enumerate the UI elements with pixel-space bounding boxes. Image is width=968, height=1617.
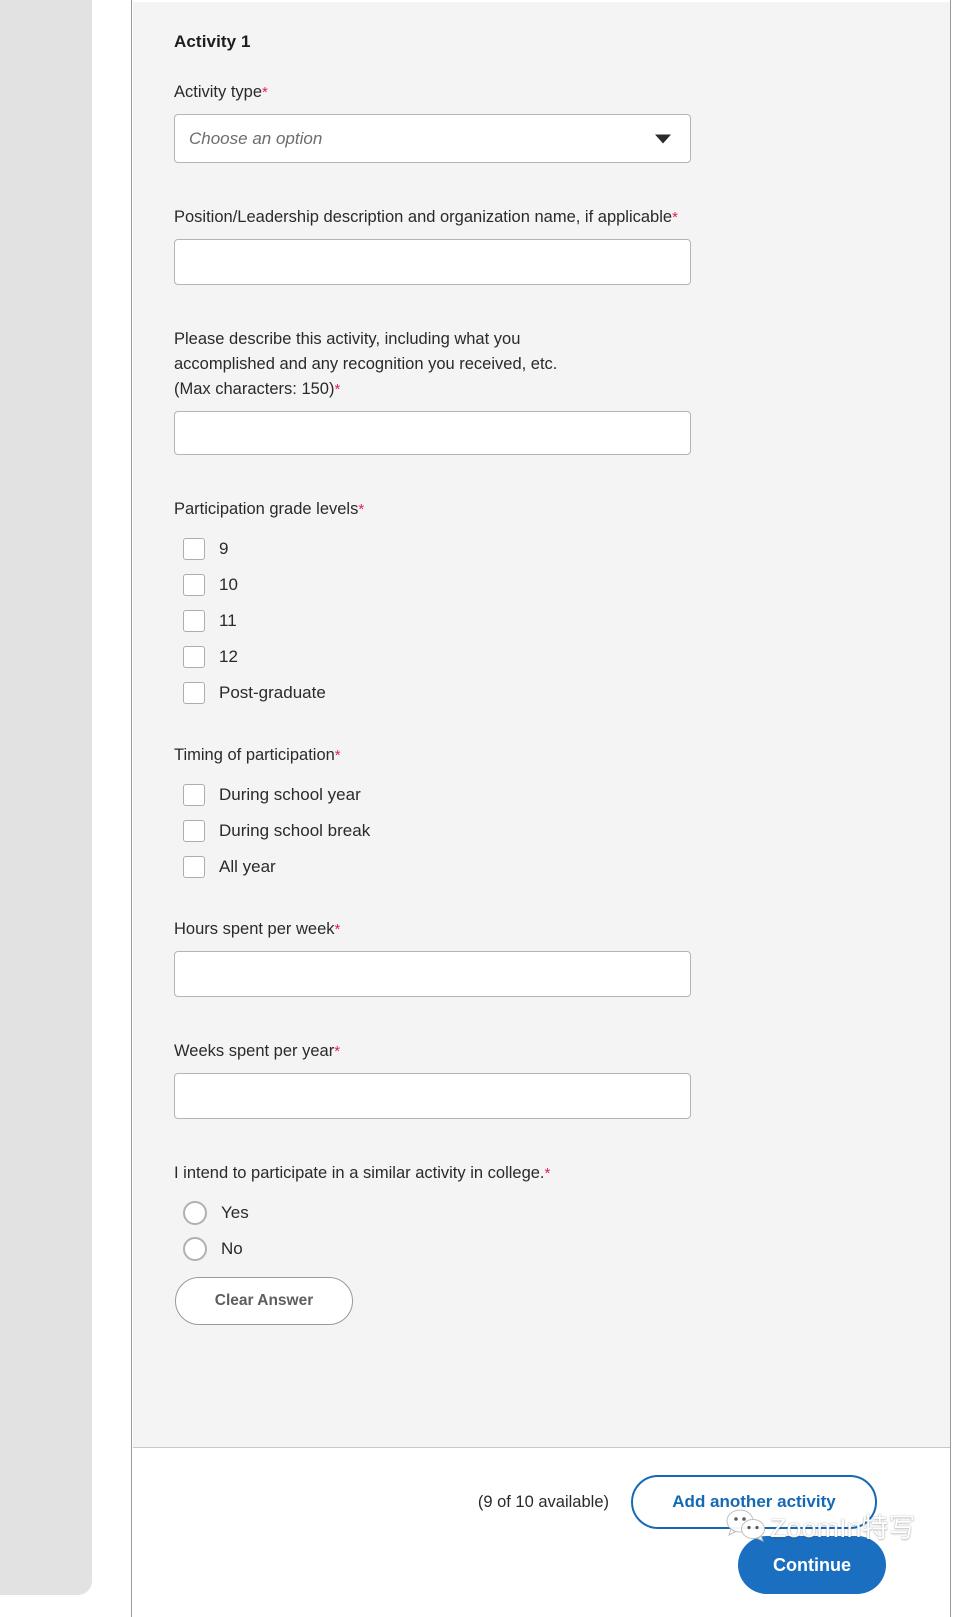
required-asterisk: *	[672, 209, 678, 226]
timing-label-text: Timing of participation	[174, 746, 335, 764]
checkbox-icon[interactable]	[183, 820, 205, 842]
timing-label-item: All year	[219, 857, 276, 876]
activity-type-label-text: Activity type	[174, 83, 263, 101]
description-label-line2: accomplished and any recognition you rec…	[174, 355, 558, 373]
weeks-input[interactable]	[174, 1073, 691, 1119]
grade-level-label: 11	[219, 611, 237, 630]
add-another-activity-button[interactable]: Add another activity	[631, 1475, 877, 1529]
description-label-line3: (Max characters: 150)	[174, 380, 335, 398]
radio-icon[interactable]	[183, 1201, 207, 1225]
timing-option[interactable]: During school break	[174, 813, 950, 849]
clear-answer-button[interactable]: Clear Answer	[175, 1277, 353, 1325]
required-asterisk: *	[334, 381, 341, 398]
activity-type-label: Activity type*	[174, 80, 694, 105]
position-label: Position/Leadership description and orga…	[174, 205, 694, 230]
grade-level-label: 10	[219, 575, 238, 594]
required-asterisk: *	[262, 84, 268, 101]
grade-level-label: Post-graduate	[219, 683, 326, 702]
hours-label: Hours spent per week*	[174, 917, 694, 942]
activity-type-placeholder: Choose an option	[189, 128, 323, 148]
intend-label-text: I intend to participate in a similar act…	[174, 1164, 545, 1182]
intend-radio-group: Yes No	[174, 1195, 950, 1267]
grade-level-option[interactable]: 11	[174, 603, 950, 639]
required-asterisk: *	[334, 747, 341, 764]
description-label-line1: Please describe this activity, including…	[174, 330, 521, 348]
timing-label-item: During school break	[219, 821, 371, 840]
required-asterisk: *	[544, 1165, 551, 1182]
checkbox-icon[interactable]	[183, 856, 205, 878]
intend-option-no[interactable]: No	[174, 1231, 950, 1267]
timing-group: During school year During school break A…	[174, 777, 950, 885]
grade-levels-label: Participation grade levels*	[174, 497, 694, 522]
grade-levels-label-text: Participation grade levels	[174, 500, 359, 518]
intend-option-label: No	[221, 1239, 243, 1258]
activity-type-select-wrap: Choose an option	[174, 114, 691, 163]
hours-label-text: Hours spent per week	[174, 920, 335, 938]
grade-level-option[interactable]: Post-graduate	[174, 675, 950, 711]
weeks-label: Weeks spent per year*	[174, 1039, 694, 1064]
required-asterisk: *	[358, 501, 365, 518]
grade-level-option[interactable]: 9	[174, 531, 950, 567]
checkbox-icon[interactable]	[183, 682, 205, 704]
timing-option[interactable]: All year	[174, 849, 950, 885]
intend-option-label: Yes	[221, 1203, 249, 1222]
position-label-text: Position/Leadership description and orga…	[174, 208, 673, 226]
continue-button[interactable]: Continue	[738, 1536, 886, 1594]
grade-level-label: 9	[219, 539, 229, 558]
grade-level-option[interactable]: 10	[174, 567, 950, 603]
activity-card: Activity 1 Activity type* Choose an opti…	[133, 2, 950, 1448]
checkbox-icon[interactable]	[183, 646, 205, 668]
checkbox-icon[interactable]	[183, 610, 205, 632]
description-label: Please describe this activity, including…	[174, 327, 694, 402]
grade-level-option[interactable]: 12	[174, 639, 950, 675]
page-title: Activity 1	[174, 32, 251, 51]
checkbox-icon[interactable]	[183, 538, 205, 560]
intend-option-yes[interactable]: Yes	[174, 1195, 950, 1231]
timing-label-item: During school year	[219, 785, 361, 804]
required-asterisk: *	[334, 1043, 341, 1060]
left-sidebar-rail	[0, 0, 92, 1595]
required-asterisk: *	[334, 921, 341, 938]
page-root: Activity 1 Activity type* Choose an opti…	[0, 0, 968, 1617]
timing-option[interactable]: During school year	[174, 777, 950, 813]
description-input[interactable]	[174, 411, 691, 455]
activity-type-select[interactable]: Choose an option	[174, 114, 691, 163]
radio-icon[interactable]	[183, 1237, 207, 1261]
hours-input[interactable]	[174, 951, 691, 997]
timing-label: Timing of participation*	[174, 743, 694, 768]
grade-level-label: 12	[219, 647, 238, 666]
weeks-label-text: Weeks spent per year	[174, 1042, 335, 1060]
position-input[interactable]	[174, 239, 691, 285]
intend-label: I intend to participate in a similar act…	[174, 1161, 694, 1186]
chevron-down-icon[interactable]	[655, 134, 671, 143]
checkbox-icon[interactable]	[183, 574, 205, 596]
availability-count: (9 of 10 available)	[477, 1492, 609, 1511]
grade-levels-group: 9 10 11 12 Post-graduate	[174, 531, 950, 711]
checkbox-icon[interactable]	[183, 784, 205, 806]
